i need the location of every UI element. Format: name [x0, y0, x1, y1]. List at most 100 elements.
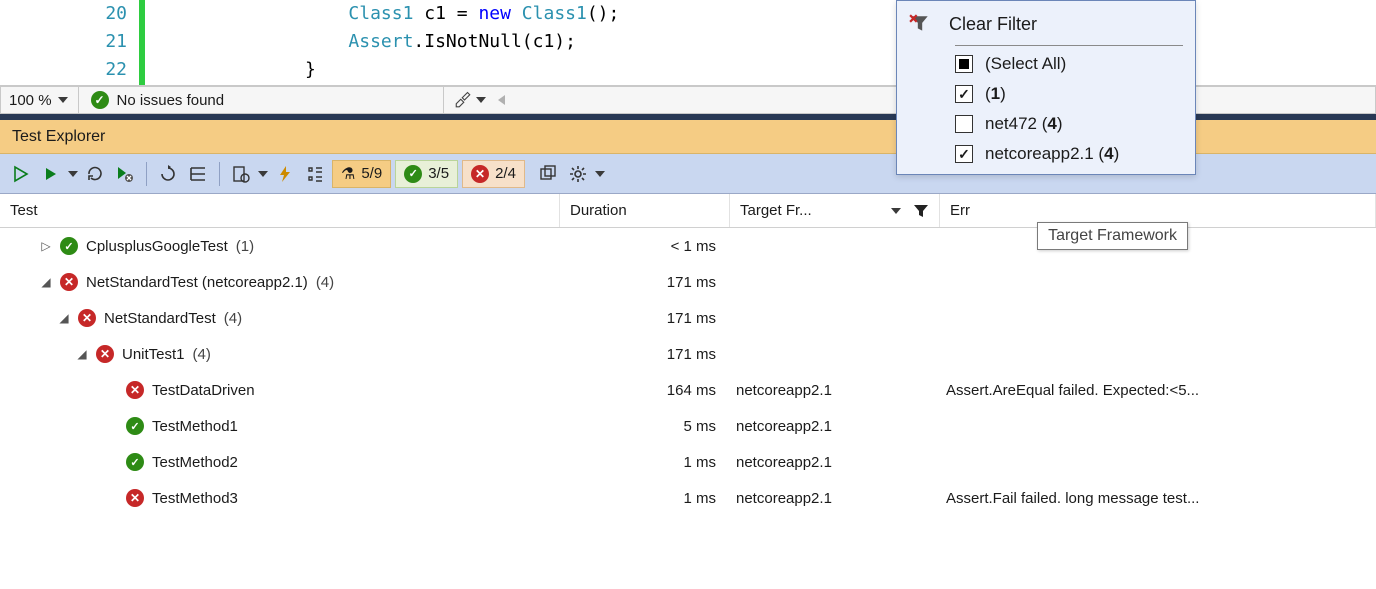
test-name: TestMethod1	[152, 418, 238, 435]
test-count: (4)	[316, 274, 334, 291]
target-framework-cell: netcoreapp2.1	[730, 418, 940, 435]
bolt-icon	[276, 165, 294, 183]
header-target-framework[interactable]: Target Fr...	[730, 194, 940, 227]
playlist-button[interactable]	[155, 161, 181, 187]
duration-cell: 1 ms	[560, 454, 730, 471]
target-framework-cell: netcoreapp2.1	[730, 454, 940, 471]
table-row[interactable]: ✓ TestMethod2 1 msnetcoreapp2.1	[0, 444, 1376, 480]
gear-icon	[569, 165, 587, 183]
chevron-down-icon	[476, 97, 486, 103]
summary-pass-pill[interactable]: ✓ 3/5	[395, 160, 458, 188]
filter-icon[interactable]	[913, 203, 929, 219]
pass-icon: ✓	[126, 417, 144, 435]
change-indicator	[139, 0, 145, 85]
expander-icon[interactable]: ◢	[40, 275, 52, 289]
expander-icon[interactable]: ◢	[58, 311, 70, 325]
expander-icon[interactable]: ◢	[76, 347, 88, 361]
test-grid: ▷✓CplusplusGoogleTest (1)< 1 ms◢✕NetStan…	[0, 228, 1376, 516]
paintbrush-icon	[454, 91, 472, 109]
clear-filter-label: Clear Filter	[949, 14, 1037, 35]
fail-icon: ✕	[96, 345, 114, 363]
play-outline-icon	[12, 165, 30, 183]
fail-count: 2/4	[495, 165, 516, 182]
issues-status[interactable]: ✓ No issues found	[79, 87, 237, 113]
repeat-icon	[86, 165, 104, 183]
target-framework-cell: netcoreapp2.1	[730, 490, 940, 507]
test-name: TestMethod3	[152, 490, 238, 507]
summary-total-pill[interactable]: ⚗ 5/9	[332, 160, 391, 188]
table-row[interactable]: ✕TestMethod31 msnetcoreapp2.1Assert.Fail…	[0, 480, 1376, 516]
playlist-icon	[159, 165, 177, 183]
chevron-down-icon[interactable]	[595, 171, 605, 177]
run-all-button[interactable]	[8, 161, 34, 187]
gear-button[interactable]	[565, 161, 591, 187]
zoom-dropdown[interactable]: 100 %	[1, 87, 79, 113]
pass-count: 3/5	[428, 165, 449, 182]
filter-options: (Select All) (1) net472 (4) netcoreapp2.1 …	[955, 45, 1183, 164]
duration-cell: 5 ms	[560, 418, 730, 435]
test-count: (4)	[193, 346, 211, 363]
test-count: (1)	[236, 238, 254, 255]
summary-fail-pill[interactable]: ✕ 2/4	[462, 160, 525, 188]
chevron-down-icon[interactable]	[258, 171, 268, 177]
line-number: 22	[105, 56, 127, 84]
filter-option-label: netcoreapp2.1 (4)	[985, 144, 1119, 164]
table-row[interactable]: ◢✕NetStandardTest (netcoreapp2.1) (4)171…	[0, 264, 1376, 300]
error-cell: Assert.AreEqual failed. Expected:<5...	[940, 382, 1376, 399]
expand-button[interactable]	[535, 161, 561, 187]
pass-icon: ✓	[126, 453, 144, 471]
filter-option-label: (Select All)	[985, 54, 1066, 74]
table-row[interactable]: ◢✕NetStandardTest (4)171 ms	[0, 300, 1376, 336]
line-number: 21	[105, 28, 127, 56]
table-row[interactable]: ◢✕UnitTest1 (4)171 ms	[0, 336, 1376, 372]
windows-icon	[539, 165, 557, 183]
chevron-down-icon	[58, 97, 68, 103]
arrow-left-icon	[498, 95, 505, 105]
repeat-button[interactable]	[82, 161, 108, 187]
checkbox-icon	[955, 115, 973, 133]
expander-icon[interactable]: ▷	[40, 239, 52, 253]
zoom-value: 100 %	[9, 92, 52, 109]
header-duration[interactable]: Duration	[560, 194, 730, 227]
target-framework-cell: netcoreapp2.1	[730, 382, 940, 399]
tooltip-text: Target Framework	[1048, 227, 1177, 244]
hierarchy-icon	[189, 165, 207, 183]
group-by-button[interactable]	[185, 161, 211, 187]
duration-cell: 164 ms	[560, 382, 730, 399]
clear-filter-row[interactable]: Clear Filter	[909, 13, 1183, 45]
table-row[interactable]: ✓ TestMethod1 5 msnetcoreapp2.1	[0, 408, 1376, 444]
pass-icon: ✓	[404, 165, 422, 183]
brush-tool[interactable]	[443, 87, 515, 113]
clear-filter-icon	[909, 13, 931, 35]
duration-cell: 1 ms	[560, 490, 730, 507]
pass-icon: ✓	[60, 237, 78, 255]
checkbox-icon	[955, 55, 973, 73]
check-circle-icon: ✓	[91, 91, 109, 109]
run-failed-button[interactable]	[112, 161, 138, 187]
filter-option[interactable]: (Select All)	[955, 54, 1183, 74]
play-cancel-icon	[116, 165, 134, 183]
fail-icon: ✕	[471, 165, 489, 183]
test-name: TestDataDriven	[152, 382, 255, 399]
settings-doc-icon	[232, 165, 250, 183]
checkbox-icon	[955, 85, 973, 103]
fail-icon: ✕	[60, 273, 78, 291]
header-test[interactable]: Test	[0, 194, 560, 227]
duration-cell: 171 ms	[560, 274, 730, 291]
duration-cell: 171 ms	[560, 310, 730, 327]
test-name: TestMethod2	[152, 454, 238, 471]
dropdown-icon[interactable]	[891, 208, 901, 214]
filter-option[interactable]: (1)	[955, 84, 1183, 104]
analyze-button[interactable]	[272, 161, 298, 187]
test-name: CplusplusGoogleTest	[86, 238, 228, 255]
columns-button[interactable]	[302, 161, 328, 187]
filter-option[interactable]: netcoreapp2.1 (4)	[955, 144, 1183, 164]
flask-icon: ⚗	[341, 164, 355, 184]
line-number-gutter: 20 21 22	[0, 0, 135, 85]
table-row[interactable]: ✕TestDataDriven164 msnetcoreapp2.1Assert…	[0, 372, 1376, 408]
settings-button[interactable]	[228, 161, 254, 187]
filter-option[interactable]: net472 (4)	[955, 114, 1183, 134]
chevron-down-icon[interactable]	[68, 171, 78, 177]
list-tree-icon	[306, 165, 324, 183]
run-button[interactable]	[38, 161, 64, 187]
